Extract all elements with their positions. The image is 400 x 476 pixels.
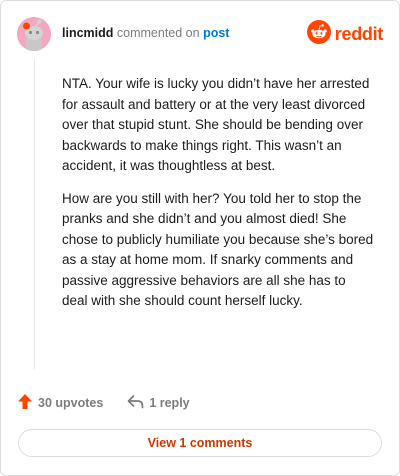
view-comments-button[interactable]: View 1 comments — [18, 429, 382, 457]
comment-header: lincmidd commented on post reddit — [17, 17, 383, 51]
reddit-logo-icon — [306, 19, 331, 49]
reddit-brand[interactable]: reddit — [306, 19, 384, 49]
username[interactable]: lincmidd — [62, 26, 113, 40]
brand-wordmark: reddit — [334, 23, 384, 44]
snoo-avatar-icon[interactable] — [17, 17, 51, 51]
upvote-count: 30 upvotes — [38, 396, 104, 410]
upvote-arrow-icon — [17, 393, 38, 413]
comment-paragraph: NTA. Your wife is lucky you didn’t have … — [62, 76, 370, 173]
reply-button[interactable]: 1 reply — [127, 394, 190, 412]
upvote-button[interactable]: 30 upvotes — [17, 393, 103, 413]
comment-meta: lincmidd commented on post — [62, 26, 229, 40]
comment-paragraph: How are you still with her? You told her… — [62, 190, 374, 309]
reply-count: 1 reply — [149, 396, 190, 410]
reply-arrow-icon — [127, 394, 149, 412]
thread-line — [34, 59, 35, 369]
action-text: commented on — [116, 26, 200, 40]
comment-actions: 30 upvotes 1 reply — [17, 392, 190, 414]
post-link[interactable]: post — [203, 26, 229, 40]
comment-card: lincmidd commented on post reddit NTA. Y… — [0, 0, 400, 476]
comment-body: NTA. Your wife is lucky you didn’t have … — [62, 74, 374, 324]
